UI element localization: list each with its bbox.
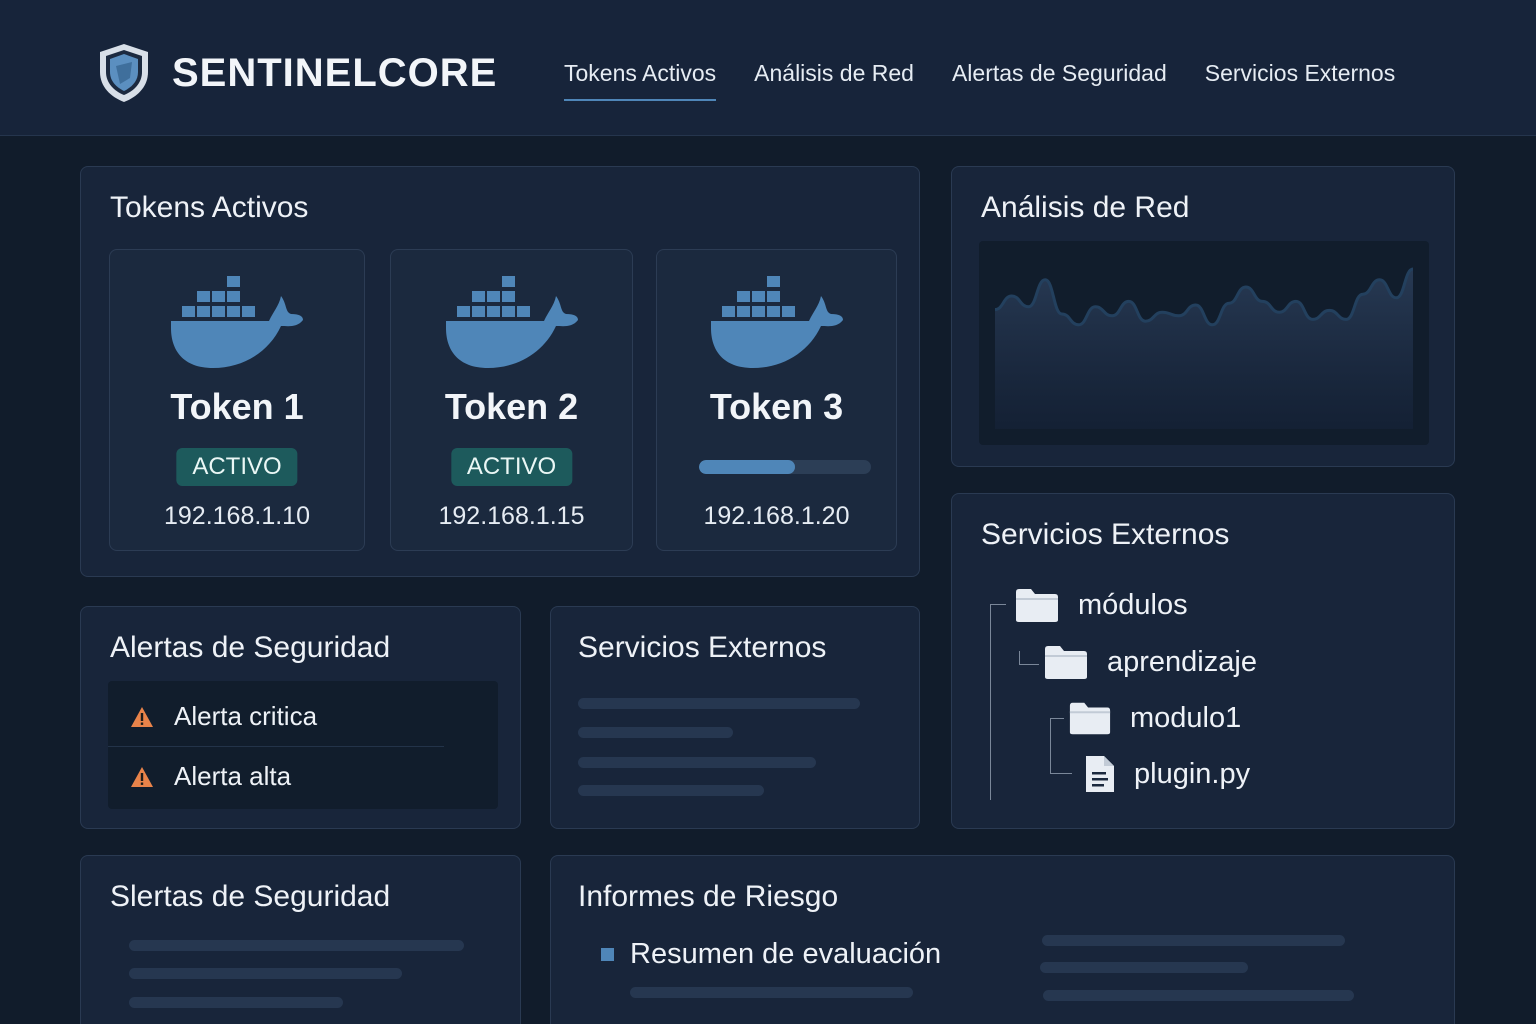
- tree-item-plugin-py[interactable]: plugin.py: [1084, 754, 1250, 794]
- security-alerts-card-2: Slertas de Seguridad: [80, 855, 521, 1024]
- token-ip: 192.168.1.15: [438, 502, 585, 530]
- tree-connector: [990, 604, 991, 800]
- tree-connector: [1050, 718, 1064, 719]
- tokens-card-title: Tokens Activos: [110, 191, 309, 224]
- main-nav: Tokens Activos Análisis de Red Alertas d…: [564, 60, 1433, 101]
- warning-icon: [131, 706, 153, 727]
- tree-item-modulo1[interactable]: modulo1: [1068, 699, 1241, 737]
- tree-connector: [1019, 651, 1020, 665]
- alert-label: Alerta alta: [174, 761, 292, 791]
- services-card-title: Servicios Externos: [578, 631, 827, 664]
- placeholder-line: [578, 785, 764, 796]
- reports-card-title: Informes de Riesgo: [578, 880, 839, 913]
- docker-whale-icon: [445, 276, 578, 368]
- tree-connector: [1019, 664, 1039, 665]
- docker-whale-icon: [171, 276, 303, 368]
- folder-icon: [1045, 646, 1087, 679]
- token-name: Token 2: [444, 386, 579, 427]
- security-alerts-card: Alertas de Seguridad Alerta critica Aler…: [80, 606, 521, 829]
- tree-item-modulos[interactable]: módulos: [1014, 586, 1188, 624]
- tree-item-aprendizaje[interactable]: aprendizaje: [1043, 643, 1257, 681]
- network-chart: [979, 241, 1429, 445]
- top-bar: SENTINELCORE Tokens Activos Análisis de …: [0, 0, 1536, 136]
- network-analysis-card: Análisis de Red: [951, 166, 1455, 467]
- tree-item-label: aprendizaje: [1107, 645, 1257, 678]
- nav-analisis-de-red[interactable]: Análisis de Red: [754, 60, 914, 101]
- folder-icon: [1016, 589, 1058, 622]
- placeholder-line: [578, 757, 816, 768]
- placeholder-line: [129, 968, 402, 979]
- services-card: Servicios Externos: [550, 606, 920, 829]
- bullet-square-icon: [601, 948, 614, 961]
- nav-servicios-externos[interactable]: Servicios Externos: [1205, 60, 1395, 101]
- status-badge: ACTIVO: [450, 448, 573, 486]
- report-item[interactable]: Resumen de evaluación: [601, 938, 941, 971]
- tree-connector: [1050, 718, 1051, 774]
- tokens-card: Tokens Activos Token 1 ACTIVO 192.168.1.…: [80, 166, 920, 577]
- tree-connector: [990, 604, 1006, 605]
- docker-whale-icon: [710, 276, 843, 368]
- warning-icon: [131, 766, 153, 787]
- token-card-1[interactable]: Token 1 ACTIVO 192.168.1.10: [109, 249, 365, 551]
- placeholder-line: [630, 987, 913, 998]
- token-name: Token 1: [170, 386, 304, 427]
- shield-logo-icon: [100, 44, 148, 102]
- services-tree-card: Servicios Externos módulos aprendizaje m…: [951, 493, 1455, 829]
- placeholder-line: [578, 698, 860, 709]
- placeholder-line: [1040, 962, 1248, 973]
- folder-icon: [1069, 702, 1111, 735]
- network-card-title: Análisis de Red: [981, 191, 1190, 224]
- placeholder-line: [129, 940, 464, 951]
- file-icon: [1086, 756, 1114, 792]
- token-ip: 192.168.1.10: [164, 502, 310, 530]
- alerts2-card-title: Slertas de Seguridad: [110, 880, 391, 913]
- brand[interactable]: SENTINELCORE: [96, 42, 497, 104]
- placeholder-line: [578, 727, 733, 738]
- risk-reports-card: Informes de Riesgo Resumen de evaluación: [550, 855, 1455, 1024]
- alert-divider: [108, 746, 444, 747]
- token-card-3[interactable]: Token 3 192.168.1.20: [656, 249, 897, 551]
- status-badge: ACTIVO: [176, 448, 298, 486]
- token-progress-fill: [699, 460, 796, 474]
- nav-alertas-de-seguridad[interactable]: Alertas de Seguridad: [952, 60, 1167, 101]
- alert-item-alta[interactable]: Alerta alta: [130, 761, 291, 792]
- token-card-2[interactable]: Token 2 ACTIVO 192.168.1.15: [390, 249, 633, 551]
- token-progress-bar: [699, 460, 871, 474]
- tree-item-label: modulo1: [1130, 701, 1242, 734]
- alert-item-critica[interactable]: Alerta critica: [130, 701, 317, 732]
- token-ip: 192.168.1.20: [703, 502, 850, 530]
- network-chart-svg: [994, 267, 1414, 429]
- report-item-label: Resumen de evaluación: [630, 938, 942, 970]
- placeholder-line: [1043, 990, 1354, 1001]
- services-tree-title: Servicios Externos: [981, 518, 1230, 551]
- tree-item-label: módulos: [1078, 588, 1188, 621]
- alerts-list: Alerta critica Alerta alta: [108, 681, 498, 809]
- placeholder-line: [129, 997, 343, 1008]
- brand-name: SENTINELCORE: [172, 50, 498, 95]
- alert-label: Alerta critica: [174, 701, 318, 731]
- token-name: Token 3: [709, 386, 844, 427]
- network-area: [995, 269, 1413, 429]
- tree-item-label: plugin.py: [1134, 757, 1251, 790]
- alerts-card-title: Alertas de Seguridad: [110, 631, 391, 664]
- nav-tokens-activos[interactable]: Tokens Activos: [564, 60, 717, 101]
- placeholder-line: [1042, 935, 1345, 946]
- tree-connector: [1050, 773, 1072, 774]
